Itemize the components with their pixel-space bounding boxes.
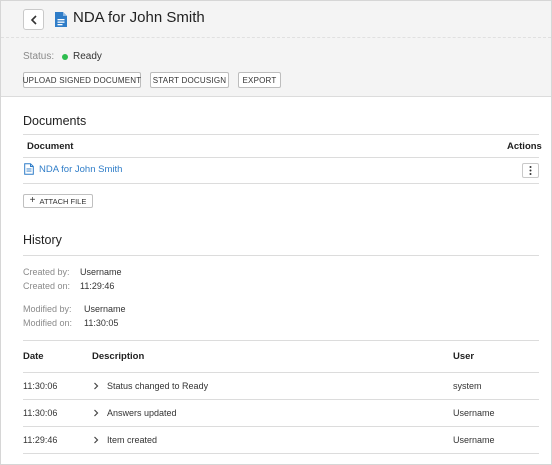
- page-header: NDA for John Smith Status: Ready UPLOAD …: [1, 1, 551, 97]
- plus-icon: +: [29, 195, 36, 206]
- status-value: Ready: [73, 51, 102, 62]
- page-title: NDA for John Smith: [73, 9, 205, 26]
- upload-signed-document-button[interactable]: UPLOAD SIGNED DOCUMENT: [23, 72, 141, 88]
- divider: [23, 372, 539, 373]
- row-actions-button[interactable]: [522, 163, 539, 178]
- column-header-document: Document: [27, 141, 74, 152]
- history-row-date: 11:29:46: [23, 435, 58, 445]
- history-row-description: Item created: [107, 435, 158, 445]
- file-icon: [24, 163, 34, 175]
- back-button[interactable]: [23, 9, 44, 30]
- created-by-label: Created by:: [23, 267, 70, 277]
- divider: [23, 426, 539, 427]
- divider: [23, 157, 539, 158]
- status-indicator: [62, 54, 68, 60]
- attach-file-label: ATTACH FILE: [39, 196, 87, 206]
- title-row: NDA for John Smith: [1, 1, 551, 38]
- modified-by-value: Username: [84, 304, 126, 314]
- modified-on-label: Modified on:: [23, 318, 73, 328]
- divider: [23, 453, 539, 454]
- status-label: Status:: [23, 51, 55, 62]
- history-row-user: Username: [453, 435, 495, 445]
- divider: [23, 183, 539, 184]
- history-row-date: 11:30:06: [23, 381, 58, 391]
- more-vertical-icon: [529, 166, 532, 175]
- history-row-date: 11:30:06: [23, 408, 58, 418]
- history-row-user: Username: [453, 408, 495, 418]
- divider: [23, 255, 539, 256]
- export-button[interactable]: EXPORT: [238, 72, 281, 88]
- modified-on-value: 11:30:05: [84, 318, 119, 328]
- chevron-right-icon[interactable]: [93, 409, 99, 417]
- history-row-description: Status changed to Ready: [107, 381, 209, 391]
- history-heading: History: [23, 233, 62, 247]
- column-header-date: Date: [23, 351, 44, 362]
- attach-file-button[interactable]: + ATTACH FILE: [23, 194, 93, 208]
- start-docusign-button[interactable]: START DOCUSIGN: [150, 72, 229, 88]
- document-link[interactable]: NDA for John Smith: [39, 164, 122, 175]
- created-on-label: Created on:: [23, 281, 71, 291]
- column-header-user: User: [453, 351, 475, 362]
- created-on-value: 11:29:46: [80, 281, 115, 291]
- documents-heading: Documents: [23, 114, 87, 128]
- created-by-value: Username: [80, 267, 122, 277]
- chevron-left-icon: [30, 14, 37, 25]
- history-row-description: Answers updated: [107, 408, 177, 418]
- divider: [23, 399, 539, 400]
- column-header-description: Description: [92, 351, 145, 362]
- column-header-actions: Actions: [507, 141, 542, 152]
- chevron-right-icon[interactable]: [93, 382, 99, 390]
- chevron-right-icon[interactable]: [93, 436, 99, 444]
- divider: [23, 340, 539, 341]
- document-icon: [55, 12, 67, 27]
- divider: [23, 134, 539, 135]
- modified-by-label: Modified by:: [23, 304, 72, 314]
- history-row-user: system: [453, 381, 482, 391]
